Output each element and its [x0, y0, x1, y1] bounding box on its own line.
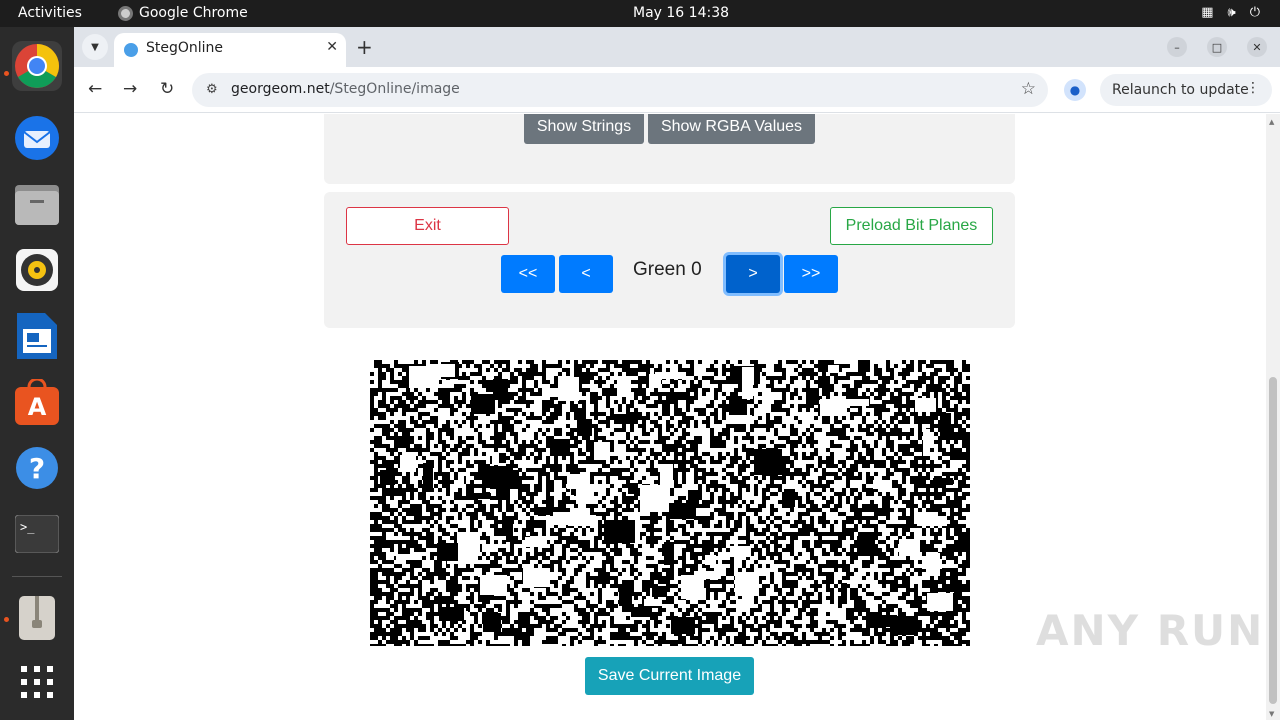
app-center-icon[interactable]: A [12, 377, 62, 427]
scroll-up-icon[interactable]: ▲ [1269, 118, 1274, 126]
svg-text:A: A [28, 393, 47, 421]
help-icon[interactable]: ? [12, 443, 62, 493]
bit-plane-image [370, 360, 970, 646]
chrome-small-icon [118, 5, 133, 21]
show-strings-button[interactable]: Show Strings [524, 114, 644, 144]
scrollbar-thumb[interactable] [1269, 377, 1277, 704]
tab-stegonline[interactable]: StegOnline ✕ [114, 33, 346, 67]
terminal-icon[interactable]: >_ [12, 509, 62, 559]
forward-button[interactable]: → [123, 79, 137, 99]
anyrun-watermark: ANY RUN [1036, 606, 1265, 655]
tab-title: StegOnline [146, 40, 224, 56]
globe-icon [124, 43, 138, 57]
show-apps-icon[interactable] [12, 657, 62, 707]
relaunch-label: Relaunch to update [1112, 82, 1249, 98]
tab-search-button[interactable]: ▼ [82, 34, 108, 60]
running-indicator [4, 617, 9, 622]
back-button[interactable]: ← [88, 79, 102, 99]
page-viewport: Show Strings Show RGBA Values Exit Prelo… [74, 114, 1280, 720]
site-info-icon[interactable]: ⚙ [206, 82, 218, 97]
files-icon[interactable] [12, 179, 62, 229]
app-name: Google Chrome [139, 5, 248, 21]
tools-panel: Show Strings Show RGBA Values [324, 114, 1015, 184]
relaunch-button[interactable]: Relaunch to update ⋮ [1100, 74, 1272, 106]
bit-plane-panel: Exit Preload Bit Planes << < Green 0 > >… [324, 192, 1015, 328]
clock[interactable]: May 16 14:38 [633, 5, 729, 21]
volume-icon: 🕪 [1227, 5, 1236, 20]
tab-strip: ▼ StegOnline ✕ + – □ ✕ [74, 27, 1280, 67]
profile-avatar-icon[interactable]: ● [1064, 79, 1086, 101]
url-text: georgeom.net/StegOnline/image [231, 81, 460, 97]
app-menu[interactable]: Google Chrome [118, 5, 248, 21]
preload-bit-planes-button[interactable]: Preload Bit Planes [830, 207, 993, 245]
last-plane-button[interactable]: >> [784, 255, 838, 293]
dock: A ? >_ [0, 27, 74, 720]
svg-text:?: ? [29, 452, 45, 485]
libreoffice-writer-icon[interactable] [12, 311, 62, 361]
address-bar[interactable]: ⚙ georgeom.net/StegOnline/image ☆ [192, 73, 1048, 107]
dock-separator [12, 576, 62, 577]
power-icon: ⏻ [1249, 5, 1260, 20]
chrome-icon[interactable] [12, 41, 62, 91]
next-plane-button[interactable]: > [726, 255, 780, 293]
archive-icon[interactable] [12, 593, 62, 643]
scroll-down-icon[interactable]: ▼ [1269, 710, 1274, 718]
running-indicator [4, 71, 9, 76]
more-menu-icon[interactable]: ⋮ [1246, 80, 1260, 96]
activities-button[interactable]: Activities [18, 5, 82, 21]
network-icon: ▦ [1201, 5, 1214, 20]
save-current-image-button[interactable]: Save Current Image [585, 657, 754, 695]
browser-toolbar: ← → ↻ ⚙ georgeom.net/StegOnline/image ☆ … [74, 67, 1280, 113]
minimize-button[interactable]: – [1167, 37, 1187, 57]
svg-text:>_: >_ [20, 520, 35, 534]
chrome-window: ▼ StegOnline ✕ + – □ ✕ ← → ↻ ⚙ georgeom.… [74, 27, 1280, 720]
page-scrollbar[interactable]: ▲ ▼ [1266, 114, 1280, 720]
gnome-top-bar: Activities Google Chrome May 16 14:38 ▦ … [0, 0, 1280, 27]
exit-button[interactable]: Exit [346, 207, 509, 245]
close-tab-icon[interactable]: ✕ [326, 39, 338, 55]
system-tray[interactable]: ▦ 🕪 ⏻ [1201, 5, 1260, 20]
bookmark-star-icon[interactable]: ☆ [1021, 79, 1036, 99]
current-plane-label: Green 0 [633, 259, 702, 280]
thunderbird-icon[interactable] [12, 113, 62, 163]
previous-plane-button[interactable]: < [559, 255, 613, 293]
maximize-button[interactable]: □ [1207, 37, 1227, 57]
new-tab-button[interactable]: + [356, 35, 373, 59]
show-rgba-button[interactable]: Show RGBA Values [648, 114, 815, 144]
rhythmbox-icon[interactable] [12, 245, 62, 295]
reload-button[interactable]: ↻ [160, 79, 174, 99]
first-plane-button[interactable]: << [501, 255, 555, 293]
close-window-button[interactable]: ✕ [1247, 37, 1267, 57]
